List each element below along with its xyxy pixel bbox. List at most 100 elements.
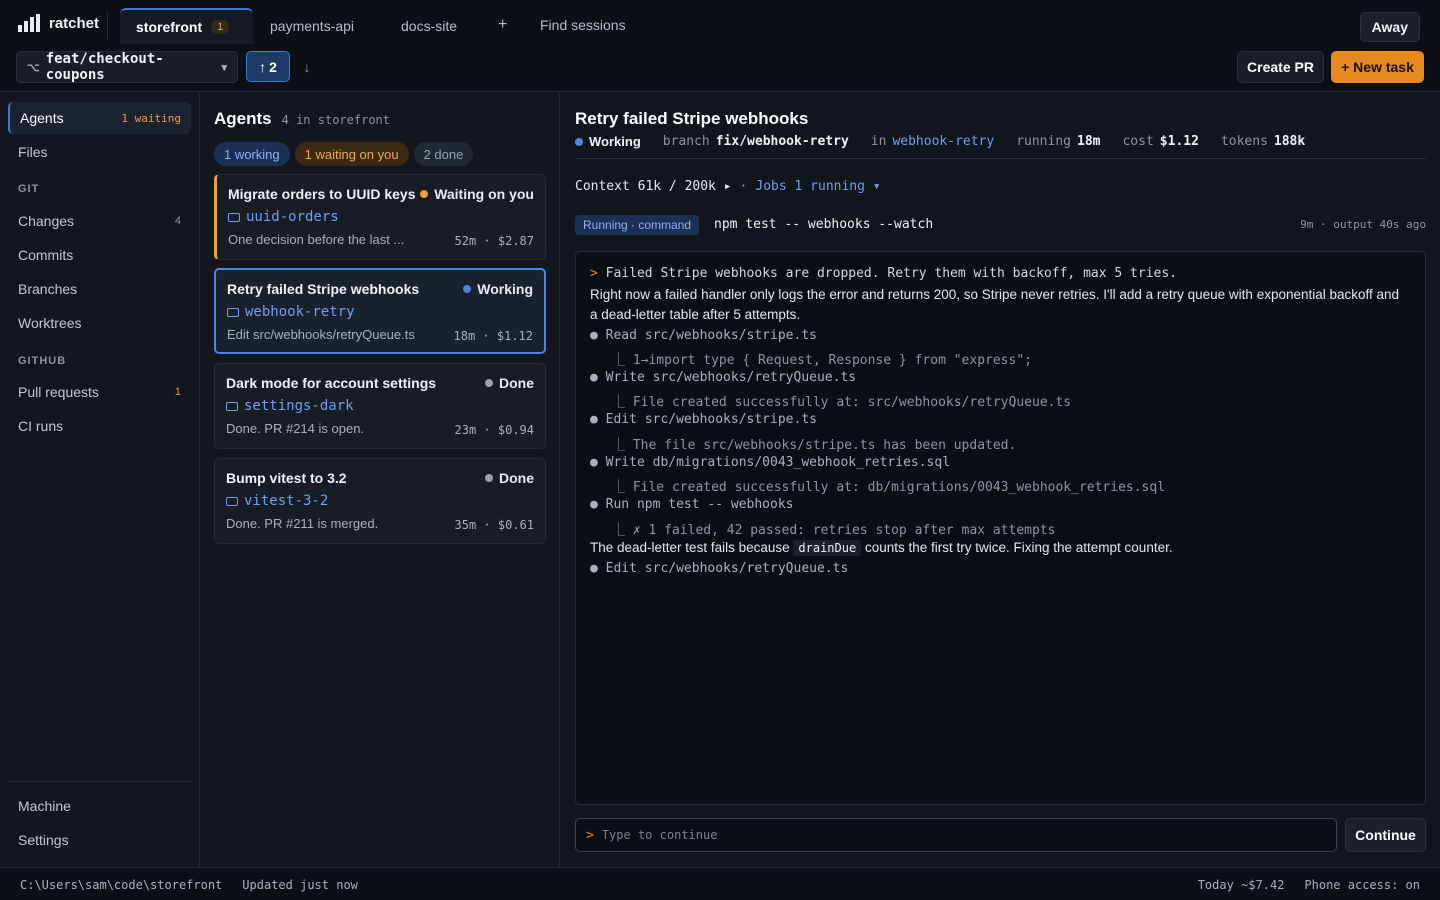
detail-cost: $1.12 xyxy=(1159,134,1199,149)
sidebar-item-machine[interactable]: Machine xyxy=(8,790,191,822)
find-sessions-link[interactable]: Find sessions xyxy=(540,17,626,33)
tool-call: ● Write src/webhooks/retryQueue.ts xyxy=(590,370,857,385)
status-path: C:\Users\sam\code\storefront xyxy=(20,878,223,892)
sidebar-item-label: Branches xyxy=(18,281,78,297)
agent-card-branch[interactable]: settings-dark xyxy=(226,398,354,414)
sidebar-item-label: Files xyxy=(18,144,48,160)
agent-transcript[interactable]: > Failed Stripe webhooks are dropped. Re… xyxy=(575,251,1426,805)
add-tab-button[interactable]: + xyxy=(498,16,507,34)
arrow-down-icon: ↓ xyxy=(303,58,311,75)
agent-card-meta: 23m · $0.94 xyxy=(454,423,534,437)
status-dot-icon xyxy=(485,474,493,482)
sidebar-item-label: Pull requests xyxy=(18,384,99,400)
tab-label: docs-site xyxy=(401,18,458,34)
sidebar-item-label: Commits xyxy=(18,247,74,263)
agent-card-title: Bump vitest to 3.2 xyxy=(226,470,347,486)
assistant-message: The dead-letter test fails because drain… xyxy=(590,540,1173,556)
context-row: Context 61k / 200k ▸ · Jobs 1 running ▾ xyxy=(575,179,881,194)
folder-icon xyxy=(227,307,239,317)
away-button[interactable]: Away xyxy=(1359,12,1420,42)
new-task-button[interactable]: + New task xyxy=(1331,51,1424,83)
brand-divider xyxy=(107,12,108,40)
status-phone-access[interactable]: Phone access: on xyxy=(1304,878,1420,892)
sidebar-item-branches[interactable]: Branches xyxy=(8,273,191,305)
sidebar-item-ci-runs[interactable]: CI runs xyxy=(8,410,191,442)
sidebar-item-pull-requests[interactable]: Pull requests 1 xyxy=(8,376,191,408)
agent-card-status-label: Done xyxy=(499,375,534,391)
status-bar: C:\Users\sam\code\storefront Updated jus… xyxy=(0,867,1440,900)
section-header-git: GIT xyxy=(18,183,40,195)
filter-done[interactable]: 2 done xyxy=(413,142,474,166)
detail-running-time: 18m xyxy=(1077,134,1101,149)
sidebar-item-settings[interactable]: Settings xyxy=(8,824,191,856)
tab-docs-site[interactable]: docs-site xyxy=(385,8,473,44)
sidebar-item-label: Worktrees xyxy=(18,315,82,331)
branch-selector[interactable]: ⌥ feat/checkout-coupons ▾ xyxy=(16,51,238,83)
detail-status: Working xyxy=(589,134,641,149)
filter-working[interactable]: 1 working xyxy=(214,142,290,166)
detail-meta: Working branch fix/webhook-retry in webh… xyxy=(575,134,1305,149)
jobs-dropdown[interactable]: Jobs 1 running ▾ xyxy=(755,179,880,194)
tab-storefront[interactable]: storefront 1 xyxy=(120,8,253,44)
agent-card-branch[interactable]: webhook-retry xyxy=(227,304,355,320)
tool-result: ⎿ 1→import type { Request, Response } fr… xyxy=(612,353,1032,368)
context-toggle[interactable]: Context 61k / 200k ▸ xyxy=(575,179,732,194)
branch-name: feat/checkout-coupons xyxy=(45,51,164,83)
agent-filters: 1 working 1 waiting on you 2 done xyxy=(214,142,474,166)
tool-call: ● Edit src/webhooks/retryQueue.ts xyxy=(590,561,849,576)
brand[interactable]: ratchet xyxy=(18,14,99,32)
sidebar-item-label: Changes xyxy=(18,213,75,229)
sidebar-item-count: 4 xyxy=(174,215,181,227)
agent-card-description: Done. PR #214 is open. xyxy=(226,421,365,436)
sidebar-item-commits[interactable]: Commits xyxy=(8,239,191,271)
section-header-github: GITHUB xyxy=(18,355,67,367)
sidebar-item-count: 1 xyxy=(174,386,181,398)
sidebar-item-changes[interactable]: Changes 4 xyxy=(8,205,191,237)
detail-worktree-link[interactable]: webhook-retry xyxy=(892,134,994,149)
agent-card[interactable]: Bump vitest to 3.2 Done vitest-3-2 Done.… xyxy=(214,458,546,544)
sidebar-item-worktrees[interactable]: Worktrees xyxy=(8,307,191,339)
app-name: ratchet xyxy=(49,14,100,32)
agent-card-branch-label: uuid-orders xyxy=(246,209,339,225)
detail-branch[interactable]: fix/webhook-retry xyxy=(716,134,849,149)
create-pr-button[interactable]: Create PR xyxy=(1237,51,1324,83)
sidebar: Agents 1 waiting Files GIT Changes 4 Com… xyxy=(0,93,200,867)
sidebar-item-files[interactable]: Files xyxy=(8,136,191,168)
continue-input-box[interactable]: > xyxy=(575,818,1337,852)
tab-payments-api[interactable]: payments-api xyxy=(254,8,370,44)
agent-card-branch-label: webhook-retry xyxy=(245,304,355,320)
agent-card-status-label: Waiting on you xyxy=(434,186,534,202)
assistant-message-text: The dead-letter test fails because xyxy=(590,540,790,555)
continue-input[interactable] xyxy=(601,828,1302,842)
agent-card-branch[interactable]: uuid-orders xyxy=(228,209,339,225)
branch-toolbar: ⌥ feat/checkout-coupons ▾ ↑ 2 ↓ Create P… xyxy=(0,48,1440,92)
agent-card[interactable]: Retry failed Stripe webhooks Working web… xyxy=(214,268,546,354)
status-dot-icon xyxy=(463,285,472,293)
push-button[interactable]: ↑ 2 xyxy=(246,51,290,82)
push-count: 2 xyxy=(269,58,277,75)
sidebar-item-agents[interactable]: Agents 1 waiting xyxy=(8,102,191,134)
in-label: in xyxy=(870,134,887,149)
tab-label: payments-api xyxy=(270,18,355,34)
user-prompt-text: Failed Stripe webhooks are dropped. Retr… xyxy=(605,266,1178,281)
sidebar-item-label: CI runs xyxy=(18,418,64,434)
agent-card-status: Done xyxy=(485,470,534,486)
tool-call: ● Edit src/webhooks/stripe.ts xyxy=(590,412,817,427)
agent-card[interactable]: Dark mode for account settings Done sett… xyxy=(214,363,546,449)
status-dot-icon xyxy=(575,137,583,146)
agent-card-meta: 35m · $0.61 xyxy=(454,518,534,532)
assistant-message: Right now a failed handler only logs the… xyxy=(590,287,1400,302)
pull-button[interactable]: ↓ xyxy=(292,51,322,82)
filter-waiting[interactable]: 1 waiting on you xyxy=(294,142,409,166)
agent-card-title: Retry failed Stripe webhooks xyxy=(227,281,420,297)
tool-call: ● Run npm test -- webhooks xyxy=(590,497,794,512)
continue-button[interactable]: Continue xyxy=(1345,818,1426,852)
detail-tokens: 188k xyxy=(1273,134,1306,149)
prompt-symbol: > xyxy=(586,827,594,843)
agent-card-branch[interactable]: vitest-3-2 xyxy=(226,493,328,509)
running-command-badge: Running · command xyxy=(575,215,700,235)
sidebar-divider xyxy=(8,781,191,782)
agent-card[interactable]: Migrate orders to UUID keys Waiting on y… xyxy=(214,174,546,260)
agent-card-status-label: Done xyxy=(499,470,534,486)
tab-label: storefront xyxy=(136,19,203,35)
